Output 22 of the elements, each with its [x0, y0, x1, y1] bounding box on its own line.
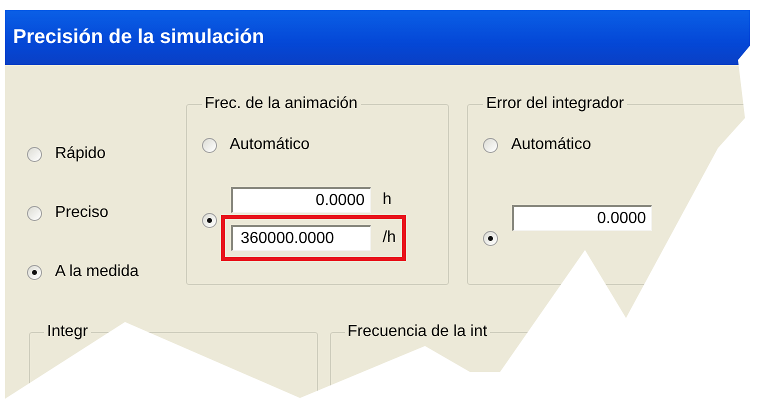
radio-button[interactable]: [27, 206, 42, 220]
group-title: Integr: [46, 323, 89, 341]
group-title: Error del integrador: [485, 95, 625, 113]
input-field[interactable]: 0.0000: [230, 187, 371, 213]
input-field[interactable]: 0.0000: [512, 205, 652, 231]
radio-button[interactable]: [202, 138, 217, 152]
group-title: Frec. de la animación: [204, 95, 359, 113]
radio-button[interactable]: [483, 231, 498, 246]
radio-button[interactable]: [202, 213, 217, 228]
input-field[interactable]: 360000.0000: [230, 225, 371, 251]
radio-label[interactable]: A la medida: [55, 263, 139, 281]
radio-label[interactable]: Rápido: [55, 145, 106, 163]
unit-label: /h: [382, 229, 396, 247]
radio-button[interactable]: [483, 138, 498, 152]
unit-label: h: [382, 191, 392, 209]
group-title: Frecuencia de la int: [346, 323, 488, 341]
radio-label[interactable]: Automático: [511, 136, 592, 154]
window-title: Precisión de la simulación: [13, 26, 264, 49]
radio-label[interactable]: Automático: [230, 136, 310, 154]
radio-button[interactable]: [27, 264, 42, 280]
radio-label[interactable]: Preciso: [55, 204, 108, 222]
radio-button[interactable]: [27, 146, 42, 162]
